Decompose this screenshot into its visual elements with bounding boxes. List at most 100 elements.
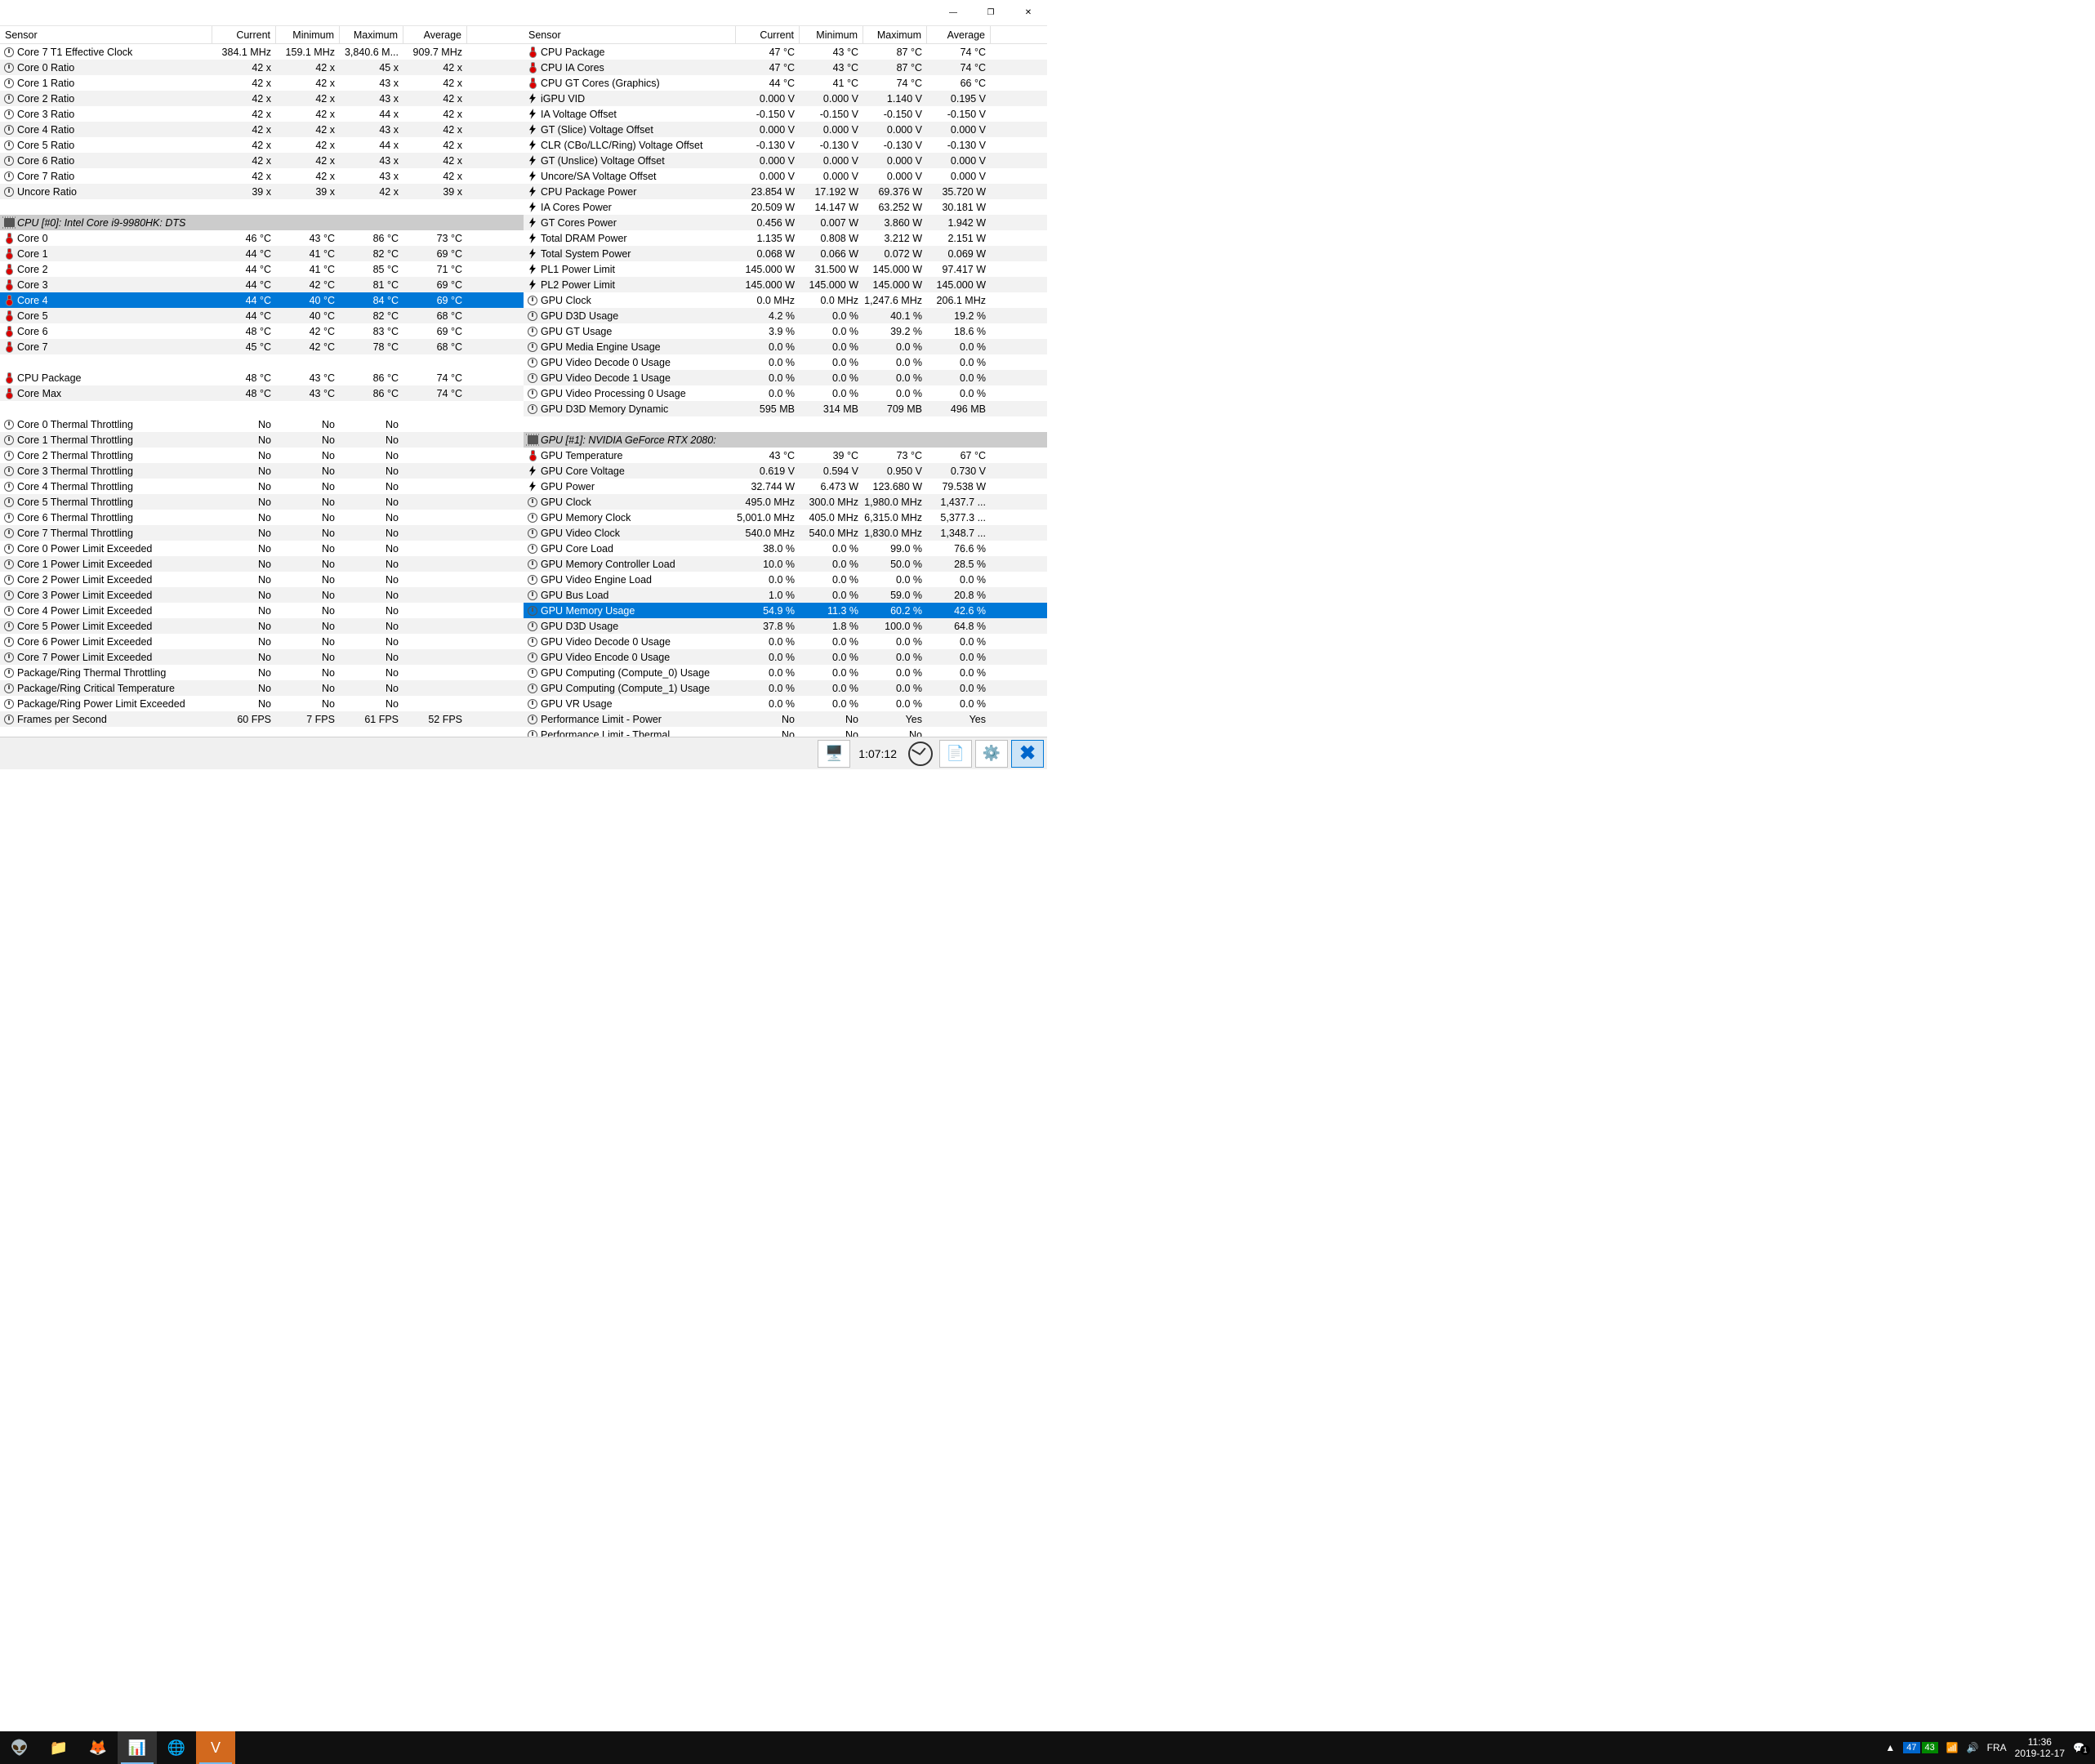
sensor-row[interactable]: GPU Media Engine Usage0.0 %0.0 %0.0 %0.0… — [524, 339, 1047, 354]
sensor-row[interactable]: Core 6 Power Limit ExceededNoNoNo — [0, 634, 524, 649]
sensor-row[interactable]: Core 4 Ratio42 x42 x43 x42 x — [0, 122, 524, 137]
sensor-row[interactable]: Core 2 Power Limit ExceededNoNoNo — [0, 572, 524, 587]
sensor-row[interactable]: GPU Video Decode 0 Usage0.0 %0.0 %0.0 %0… — [524, 634, 1047, 649]
sensor-row[interactable]: Core 5 Ratio42 x42 x44 x42 x — [0, 137, 524, 153]
sensor-row[interactable]: GPU Video Processing 0 Usage0.0 %0.0 %0.… — [524, 385, 1047, 401]
sensor-row[interactable]: CPU Package Power23.854 W17.192 W69.376 … — [524, 184, 1047, 199]
sensor-row[interactable]: GPU Power32.744 W6.473 W123.680 W79.538 … — [524, 479, 1047, 494]
sensor-row[interactable]: Core 0 Ratio42 x42 x45 x42 x — [0, 60, 524, 75]
sensor-row[interactable]: GPU Memory Usage54.9 %11.3 %60.2 %42.6 % — [524, 603, 1047, 618]
sensor-row[interactable]: GPU Bus Load1.0 %0.0 %59.0 %20.8 % — [524, 587, 1047, 603]
sensor-row[interactable]: Core 2 Ratio42 x42 x43 x42 x — [0, 91, 524, 106]
sensor-row[interactable]: GPU Memory Controller Load10.0 %0.0 %50.… — [524, 556, 1047, 572]
maximize-button[interactable]: ❐ — [972, 0, 1010, 26]
tray-clock[interactable]: 11:362019-12-17 — [2015, 1736, 2065, 1760]
close-button[interactable]: ✕ — [1010, 0, 1047, 26]
tray-lang[interactable]: FRA — [1987, 1742, 2007, 1753]
sensor-row[interactable]: CPU GT Cores (Graphics)44 °C41 °C74 °C66… — [524, 75, 1047, 91]
sensor-row[interactable]: Core 745 °C42 °C78 °C68 °C — [0, 339, 524, 354]
sensor-row[interactable]: Core 4 Thermal ThrottlingNoNoNo — [0, 479, 524, 494]
sensor-row[interactable]: Core 2 Thermal ThrottlingNoNoNo — [0, 448, 524, 463]
header-current[interactable]: Current — [736, 26, 800, 43]
sensor-row[interactable]: CLR (CBo/LLC/Ring) Voltage Offset-0.130 … — [524, 137, 1047, 153]
sensor-row[interactable]: Total DRAM Power1.135 W0.808 W3.212 W2.1… — [524, 230, 1047, 246]
sensor-row[interactable]: Core 4 Power Limit ExceededNoNoNo — [0, 603, 524, 618]
task-explorer[interactable]: 📁 — [39, 1731, 78, 1764]
header-current[interactable]: Current — [212, 26, 276, 43]
close-app-button[interactable]: ✖ — [1011, 740, 1044, 768]
sensor-row[interactable]: GPU Clock495.0 MHz300.0 MHz1,980.0 MHz1,… — [524, 494, 1047, 510]
sensor-row[interactable]: GT Cores Power0.456 W0.007 W3.860 W1.942… — [524, 215, 1047, 230]
sensor-row[interactable]: Core 5 Thermal ThrottlingNoNoNo — [0, 494, 524, 510]
sensor-row[interactable]: GPU VR Usage0.0 %0.0 %0.0 %0.0 % — [524, 696, 1047, 711]
task-firefox[interactable]: 🦊 — [78, 1731, 118, 1764]
sensor-row[interactable]: GPU Video Encode 0 Usage0.0 %0.0 %0.0 %0… — [524, 649, 1047, 665]
sensor-row[interactable]: Core 046 °C43 °C86 °C73 °C — [0, 230, 524, 246]
sensor-row[interactable]: Core 3 Thermal ThrottlingNoNoNo — [0, 463, 524, 479]
sensor-row[interactable]: GPU D3D Usage4.2 %0.0 %40.1 %19.2 % — [524, 308, 1047, 323]
sensor-row[interactable]: Performance Limit - PowerNoNoYesYes — [524, 711, 1047, 727]
sensor-row[interactable]: Core 1 Ratio42 x42 x43 x42 x — [0, 75, 524, 91]
tray-icon-1[interactable]: ▲ — [1885, 1742, 1895, 1753]
sensor-row[interactable]: PL1 Power Limit145.000 W31.500 W145.000 … — [524, 261, 1047, 277]
sensor-row[interactable]: iGPU VID0.000 V0.000 V1.140 V0.195 V — [524, 91, 1047, 106]
minimize-button[interactable]: — — [934, 0, 972, 26]
start-button[interactable]: 👽 — [0, 1731, 39, 1764]
sensor-row[interactable]: Core Max48 °C43 °C86 °C74 °C — [0, 385, 524, 401]
sensor-row[interactable]: Core 6 Ratio42 x42 x43 x42 x — [0, 153, 524, 168]
sensor-row[interactable]: GPU Core Load38.0 %0.0 %99.0 %76.6 % — [524, 541, 1047, 556]
sensor-row[interactable]: GPU GT Usage3.9 %0.0 %39.2 %18.6 % — [524, 323, 1047, 339]
sensor-row[interactable]: GT (Unslice) Voltage Offset0.000 V0.000 … — [524, 153, 1047, 168]
header-average[interactable]: Average — [403, 26, 467, 43]
sensor-row[interactable]: CPU Package48 °C43 °C86 °C74 °C — [0, 370, 524, 385]
task-app1[interactable]: 🌐 — [157, 1731, 196, 1764]
sensor-row[interactable]: GPU Video Clock540.0 MHz540.0 MHz1,830.0… — [524, 525, 1047, 541]
sensor-row[interactable]: GPU Video Decode 0 Usage0.0 %0.0 %0.0 %0… — [524, 354, 1047, 370]
sensor-row[interactable]: Core 444 °C40 °C84 °C69 °C — [0, 292, 524, 308]
sensor-row[interactable]: CPU IA Cores47 °C43 °C87 °C74 °C — [524, 60, 1047, 75]
task-hwinfo[interactable]: 📊 — [118, 1731, 157, 1764]
header-average[interactable]: Average — [927, 26, 991, 43]
sensor-row[interactable]: GPU Memory Clock5,001.0 MHz405.0 MHz6,31… — [524, 510, 1047, 525]
sensor-row[interactable]: IA Cores Power20.509 W14.147 W63.252 W30… — [524, 199, 1047, 215]
sensor-row[interactable]: GT (Slice) Voltage Offset0.000 V0.000 V0… — [524, 122, 1047, 137]
sensor-row[interactable]: Core 244 °C41 °C85 °C71 °C — [0, 261, 524, 277]
sensor-row[interactable]: PL2 Power Limit145.000 W145.000 W145.000… — [524, 277, 1047, 292]
sensor-row[interactable]: CPU [#0]: Intel Core i9-9980HK: DTS — [0, 215, 524, 230]
header-maximum[interactable]: Maximum — [863, 26, 927, 43]
header-minimum[interactable]: Minimum — [800, 26, 863, 43]
sensor-row[interactable]: Package/Ring Power Limit ExceededNoNoNo — [0, 696, 524, 711]
sensor-row[interactable]: Core 6 Thermal ThrottlingNoNoNo — [0, 510, 524, 525]
sensor-row[interactable]: GPU Core Voltage0.619 V0.594 V0.950 V0.7… — [524, 463, 1047, 479]
sensor-row[interactable]: Uncore Ratio39 x39 x42 x39 x — [0, 184, 524, 199]
sensor-row[interactable]: Core 1 Thermal ThrottlingNoNoNo — [0, 432, 524, 448]
sensor-row[interactable]: Core 5 Power Limit ExceededNoNoNo — [0, 618, 524, 634]
sensor-row[interactable]: Frames per Second60 FPS7 FPS61 FPS52 FPS — [0, 711, 524, 727]
tray-volume-icon[interactable]: 🔊 — [1967, 1742, 1979, 1753]
sensor-row[interactable]: GPU [#1]: NVIDIA GeForce RTX 2080: — [524, 432, 1047, 448]
sensor-row[interactable]: Uncore/SA Voltage Offset0.000 V0.000 V0.… — [524, 168, 1047, 184]
sensor-row[interactable]: Core 1 Power Limit ExceededNoNoNo — [0, 556, 524, 572]
sensor-row[interactable]: Core 7 Power Limit ExceededNoNoNo — [0, 649, 524, 665]
sensor-row[interactable]: Core 144 °C41 °C82 °C69 °C — [0, 246, 524, 261]
sensor-row[interactable]: Core 7 T1 Effective Clock384.1 MHz159.1 … — [0, 44, 524, 60]
sensor-row[interactable]: Core 0 Thermal ThrottlingNoNoNo — [0, 416, 524, 432]
sensor-row[interactable]: Package/Ring Thermal ThrottlingNoNoNo — [0, 665, 524, 680]
sensor-row[interactable]: GPU Computing (Compute_1) Usage0.0 %0.0 … — [524, 680, 1047, 696]
sensor-row[interactable]: Core 7 Thermal ThrottlingNoNoNo — [0, 525, 524, 541]
header-minimum[interactable]: Minimum — [276, 26, 340, 43]
sensor-row[interactable]: GPU Video Engine Load0.0 %0.0 %0.0 %0.0 … — [524, 572, 1047, 587]
sensor-row[interactable]: GPU Temperature43 °C39 °C73 °C67 °C — [524, 448, 1047, 463]
sensor-row[interactable]: GPU D3D Memory Dynamic595 MB314 MB709 MB… — [524, 401, 1047, 416]
sensor-row[interactable]: GPU Video Decode 1 Usage0.0 %0.0 %0.0 %0… — [524, 370, 1047, 385]
sensor-row[interactable]: Core 0 Power Limit ExceededNoNoNo — [0, 541, 524, 556]
task-app2[interactable]: V — [196, 1731, 235, 1764]
header-sensor[interactable]: Sensor — [0, 26, 212, 43]
header-sensor[interactable]: Sensor — [524, 26, 736, 43]
sensor-row[interactable]: CPU Package47 °C43 °C87 °C74 °C — [524, 44, 1047, 60]
sensor-row[interactable]: Total System Power0.068 W0.066 W0.072 W0… — [524, 246, 1047, 261]
header-maximum[interactable]: Maximum — [340, 26, 403, 43]
sensor-row[interactable]: Package/Ring Critical TemperatureNoNoNo — [0, 680, 524, 696]
sensor-row[interactable]: Core 544 °C40 °C82 °C68 °C — [0, 308, 524, 323]
sensor-row[interactable]: GPU Computing (Compute_0) Usage0.0 %0.0 … — [524, 665, 1047, 680]
